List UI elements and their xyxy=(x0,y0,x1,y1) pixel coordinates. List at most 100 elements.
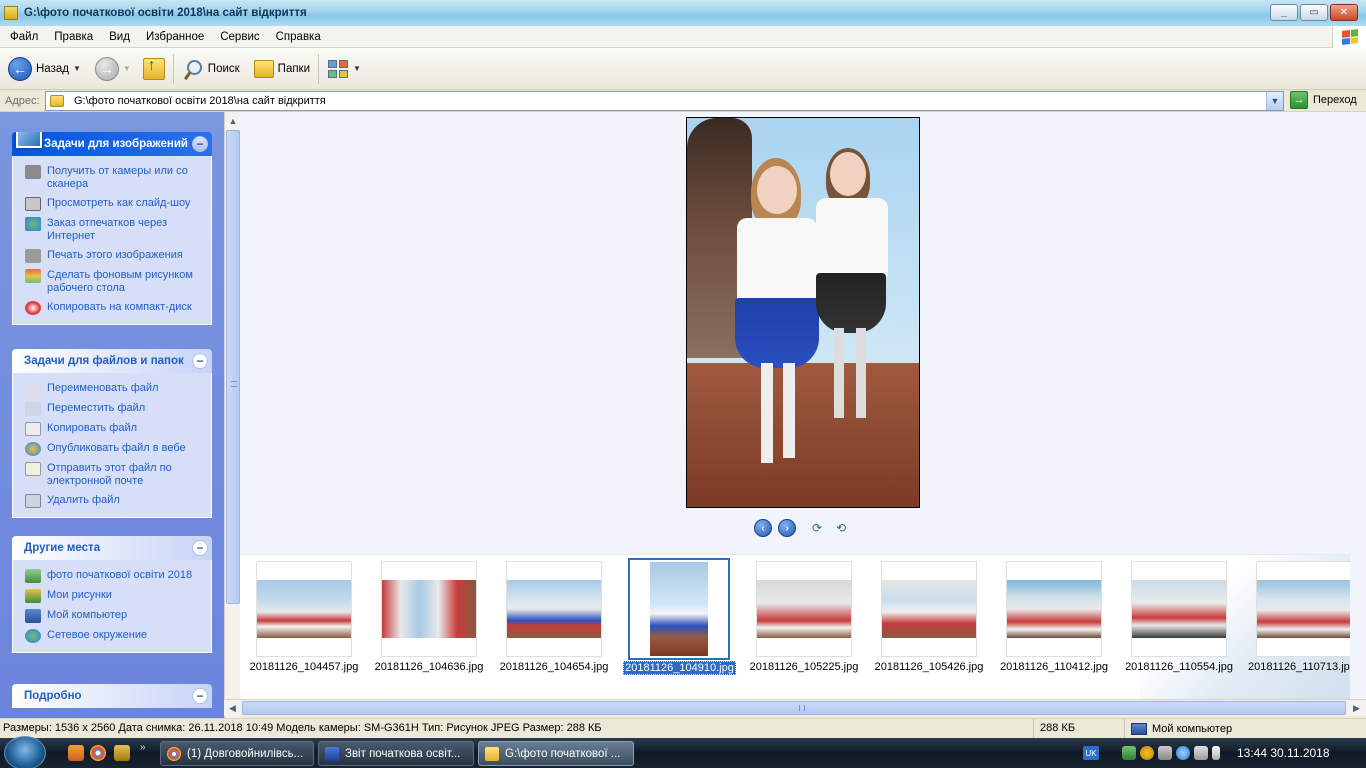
scroll-left-icon[interactable]: ◀ xyxy=(224,700,241,716)
quicklaunch-app-icon[interactable] xyxy=(68,745,84,761)
thumbnail-label[interactable]: 20181126_105225.jpg xyxy=(742,661,866,673)
task-word[interactable]: Звіт початкова освіт... xyxy=(318,741,474,766)
thumbnail[interactable] xyxy=(756,561,852,657)
thumbnail[interactable] xyxy=(881,561,977,657)
clock[interactable]: 13:44 30.11.2018 xyxy=(1237,746,1330,760)
address-input[interactable]: G:\фото початкової освіти 2018\на сайт в… xyxy=(45,91,1284,111)
address-dropdown-icon[interactable]: ▼ xyxy=(1266,92,1283,110)
previous-image-icon[interactable]: ‹ xyxy=(754,519,772,537)
thumbnail[interactable] xyxy=(1256,561,1350,657)
menu-edit[interactable]: Правка xyxy=(44,31,99,43)
maximize-button[interactable]: ▭ xyxy=(1300,4,1328,21)
task-rename-file[interactable]: Переименовать файл xyxy=(13,379,211,399)
power-icon[interactable] xyxy=(1212,746,1220,760)
task-set-desktop-background[interactable]: Сделать фоновым рисунком рабочего стола xyxy=(13,266,211,298)
go-label: Переход xyxy=(1313,94,1357,106)
scroll-up-icon[interactable]: ▲ xyxy=(225,112,240,129)
thumbnail-selected[interactable] xyxy=(628,558,730,660)
image-preview[interactable] xyxy=(686,117,920,508)
details-header[interactable]: Подробно − xyxy=(12,684,212,708)
other-places-header[interactable]: Другие места − xyxy=(12,536,212,560)
forward-dropdown-icon[interactable]: ▼ xyxy=(123,64,131,73)
menu-file[interactable]: Файл xyxy=(0,31,44,43)
thumbnail-image xyxy=(257,580,351,638)
thumbnail[interactable] xyxy=(1131,561,1227,657)
thumbnail-label[interactable]: 20181126_104457.jpg xyxy=(242,661,366,673)
thumbnail[interactable] xyxy=(256,561,352,657)
go-button[interactable]: → Переход xyxy=(1290,91,1357,109)
views-dropdown-icon[interactable]: ▼ xyxy=(353,64,361,73)
views-button[interactable]: ▼ xyxy=(323,52,365,86)
thumbnail-label[interactable]: 20181126_110554.jpg xyxy=(1117,661,1241,673)
forward-button[interactable]: → ▼ xyxy=(91,52,135,86)
thumbnail-image xyxy=(1257,580,1350,638)
task-publish-web[interactable]: Опубликовать файл в вебе xyxy=(13,439,211,459)
scroll-right-icon[interactable]: ▶ xyxy=(1348,700,1365,716)
image-tasks-header[interactable]: Задачи для изображений − xyxy=(12,132,212,156)
thumbnail[interactable] xyxy=(381,561,477,657)
collapse-icon[interactable]: − xyxy=(192,353,208,369)
tray-notification-icon[interactable] xyxy=(1140,746,1154,760)
menu-view[interactable]: Вид xyxy=(99,31,136,43)
volume-icon[interactable] xyxy=(1194,746,1208,760)
back-button[interactable]: ← Назад ▼ xyxy=(4,52,85,86)
task-copy-file[interactable]: Копировать файл xyxy=(13,419,211,439)
thumbnail-label-selected[interactable]: 20181126_104910.jpg xyxy=(623,661,736,675)
collapse-icon[interactable]: − xyxy=(192,688,208,704)
toolbar-separator xyxy=(318,53,320,84)
tasks-pane-scrollbar[interactable]: ▲ ▼ xyxy=(224,112,240,719)
place-parent-folder[interactable]: фото початкової освіти 2018 xyxy=(13,566,211,586)
file-tasks-header[interactable]: Задачи для файлов и папок − xyxy=(12,349,212,373)
place-network[interactable]: Сетевое окружение xyxy=(13,626,211,646)
quicklaunch-tool-icon[interactable] xyxy=(114,745,130,761)
up-folder-button[interactable] xyxy=(139,52,169,86)
task-order-prints[interactable]: Заказ отпечатков через Интернет xyxy=(13,214,211,246)
task-get-from-camera[interactable]: Получить от камеры или со сканера xyxy=(13,162,211,194)
image-tasks-body: Получить от камеры или со сканера Просмо… xyxy=(12,156,212,325)
tray-display-icon[interactable] xyxy=(1158,746,1172,760)
thumbnail-label[interactable]: 20181126_110412.jpg xyxy=(992,661,1116,673)
tray-skype-icon[interactable] xyxy=(1176,746,1190,760)
tray-network-icon[interactable] xyxy=(1122,746,1136,760)
thumbnail[interactable] xyxy=(1006,561,1102,657)
task-print-image[interactable]: Печать этого изображения xyxy=(13,246,211,266)
collapse-icon[interactable]: − xyxy=(192,540,208,556)
collapse-icon[interactable]: − xyxy=(192,136,208,152)
filmstrip-scrollbar[interactable]: ◀ ▶ xyxy=(224,699,1366,716)
scrollbar-thumb[interactable] xyxy=(226,130,240,604)
thumbnail-label[interactable]: 20181126_105426.jpg xyxy=(867,661,991,673)
place-my-pictures[interactable]: Мои рисунки xyxy=(13,586,211,606)
thumbnail-label[interactable]: 20181126_110713.jpg xyxy=(1242,661,1350,673)
status-bar: Размеры: 1536 x 2560 Дата снимка: 26.11.… xyxy=(0,718,1366,738)
menu-tools[interactable]: Сервис xyxy=(210,31,265,43)
search-icon xyxy=(182,58,204,80)
start-button[interactable] xyxy=(4,736,46,768)
menu-help[interactable]: Справка xyxy=(266,31,327,43)
task-slideshow[interactable]: Просмотреть как слайд-шоу xyxy=(13,194,211,214)
task-email-file[interactable]: Отправить этот файл по электронной почте xyxy=(13,459,211,491)
folders-button[interactable]: Папки xyxy=(250,52,314,86)
thumbnail-label[interactable]: 20181126_104654.jpg xyxy=(492,661,616,673)
chrome-icon[interactable] xyxy=(90,745,106,761)
task-chrome[interactable]: (1) Довговойнилівсь... xyxy=(160,741,314,766)
task-delete-file[interactable]: Удалить файл xyxy=(13,491,211,511)
scrollbar-thumb[interactable] xyxy=(242,701,1346,715)
thumbnail[interactable] xyxy=(506,561,602,657)
menu-favorites[interactable]: Избранное xyxy=(136,31,210,43)
language-indicator[interactable]: UK xyxy=(1083,746,1099,760)
address-value: G:\фото початкової освіти 2018\на сайт в… xyxy=(74,95,326,107)
task-copy-to-cd[interactable]: Копировать на компакт-диск xyxy=(13,298,211,318)
rotate-clockwise-icon[interactable]: ⟳ xyxy=(808,521,826,535)
quicklaunch-more-icon[interactable]: » xyxy=(140,742,146,753)
task-explorer[interactable]: G:\фото початкової ... xyxy=(478,741,634,766)
task-move-file[interactable]: Переместить файл xyxy=(13,399,211,419)
close-button[interactable]: ✕ xyxy=(1330,4,1358,21)
back-dropdown-icon[interactable]: ▼ xyxy=(73,64,81,73)
next-image-icon[interactable]: › xyxy=(778,519,796,537)
window-title: G:\фото початкової освіти 2018\на сайт в… xyxy=(24,7,307,19)
search-button[interactable]: Поиск xyxy=(178,52,244,86)
place-my-computer[interactable]: Мой компьютер xyxy=(13,606,211,626)
rotate-counterclockwise-icon[interactable]: ⟲ xyxy=(832,521,850,535)
thumbnail-label[interactable]: 20181126_104636.jpg xyxy=(367,661,491,673)
minimize-button[interactable]: _ xyxy=(1270,4,1298,21)
